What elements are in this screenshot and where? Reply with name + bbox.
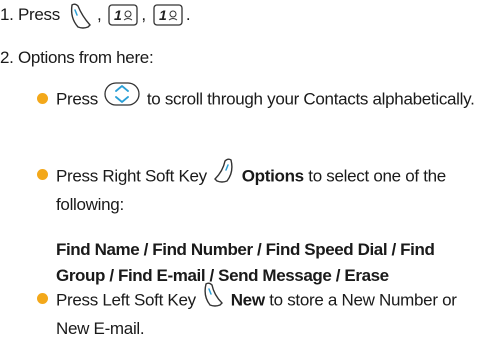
bullet-3-pre: Press Left Soft Key [56,290,196,310]
bullet-text: Press Right Soft Key Options to select o… [56,158,476,218]
step-1-prefix: 1. Press [0,5,60,24]
step-1: 1. Press , 1 , 1 . [0,0,191,30]
number-1-key-icon: 1 [153,4,183,26]
bullet-2-bold: Options [241,166,304,186]
bullet-3-bold: New [230,290,265,310]
options-line: Find Name / Find Number / Find Speed Dia… [56,240,435,285]
step-1-end: . [185,5,191,24]
number-1-key-icon: 1 [108,4,139,26]
left-soft-key-icon [202,282,224,316]
manual-page: 1. Press , 1 , 1 . 2. Options from here:… [0,0,477,345]
left-soft-key-icon [68,2,94,29]
step-1-separator-1: , [96,5,102,24]
key-1-label: 1 [114,7,122,23]
bullet-text: Press Left Soft Key New to store a New N… [56,282,476,342]
key-1-label: 1 [159,7,167,23]
step-1-separator-2: , [141,5,146,24]
navigation-up-down-key-icon [104,82,141,114]
bullet-2-pre: Press Right Soft Key [56,166,207,186]
bullet-dot [37,169,48,180]
bullet-1-pre: Press [56,89,98,109]
step-2: 2. Options from here: [0,48,154,67]
bullet-1-post: to scroll through your Contacts alphabet… [146,89,475,109]
right-soft-key-icon [213,158,235,192]
bullet-text: Press to scroll through your Contacts al… [56,82,476,114]
bullet-dot [37,93,48,104]
bullet-dot [37,293,48,304]
